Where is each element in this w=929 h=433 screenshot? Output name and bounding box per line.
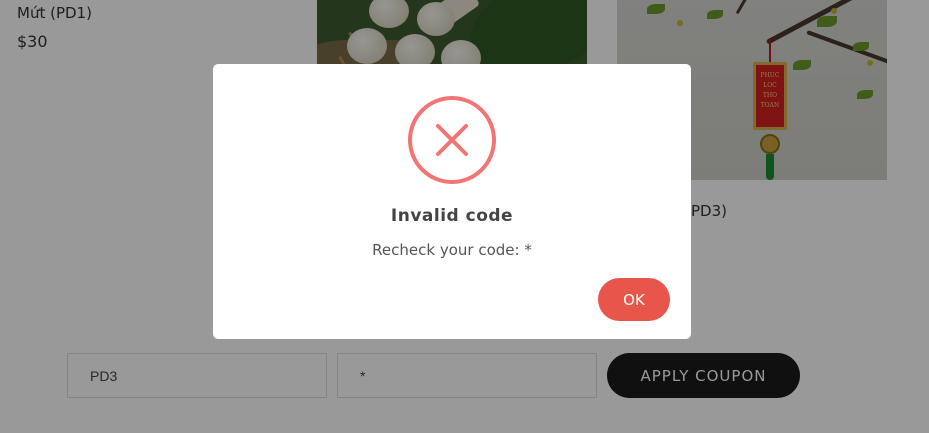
dialog-title: Invalid code — [390, 206, 514, 226]
alert-dialog: Invalid code Recheck your code: * OK — [213, 64, 691, 339]
error-x-icon — [408, 96, 496, 184]
dialog-message: Recheck your code: * — [372, 241, 532, 259]
ok-button[interactable]: OK — [598, 278, 670, 321]
